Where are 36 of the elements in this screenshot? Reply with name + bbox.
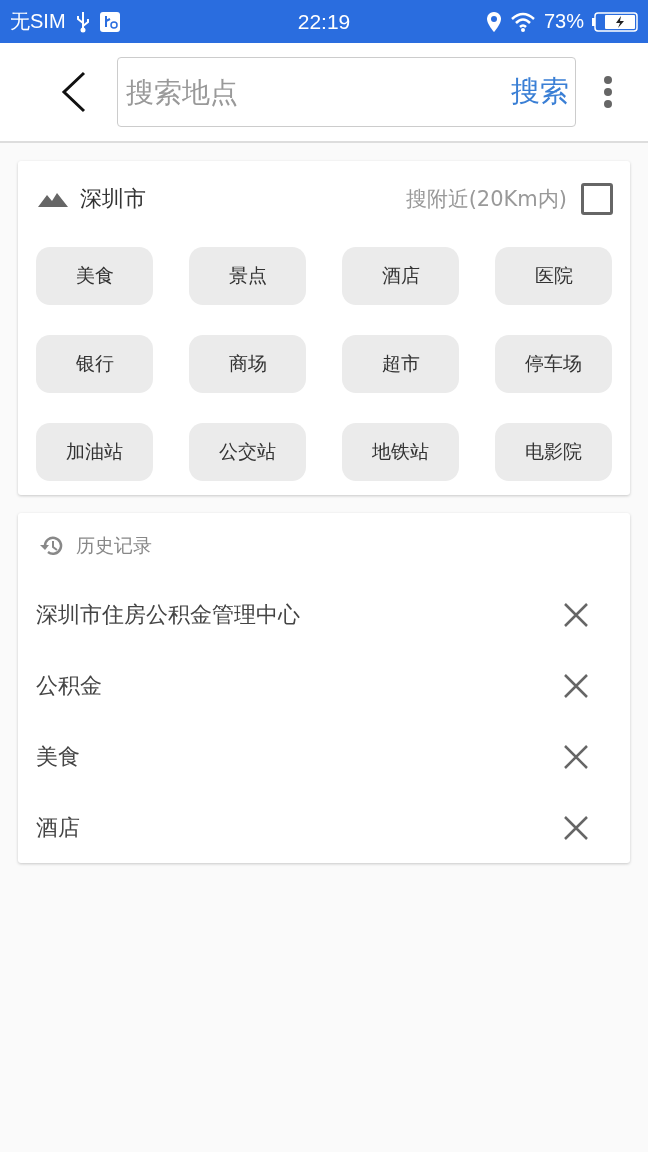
category-chip[interactable]: 超市 [342, 335, 459, 393]
notification-icon [99, 11, 120, 32]
more-icon [603, 76, 613, 108]
category-chip[interactable]: 酒店 [342, 247, 459, 305]
close-icon[interactable] [564, 673, 588, 698]
history-item[interactable]: 酒店 [36, 812, 80, 843]
carrier-text: 无SIM [10, 9, 66, 34]
category-chip[interactable]: 景点 [189, 247, 306, 305]
close-icon[interactable] [564, 744, 588, 769]
category-chip[interactable]: 公交站 [189, 423, 306, 481]
category-chip[interactable]: 停车场 [495, 335, 612, 393]
city-name: 深圳市 [80, 185, 146, 213]
battery-icon [592, 11, 638, 32]
history-item[interactable]: 深圳市住房公积金管理中心 [36, 599, 300, 630]
close-icon[interactable] [564, 815, 588, 840]
category-chip[interactable]: 地铁站 [342, 423, 459, 481]
battery-text: 73% [543, 10, 584, 33]
category-chip[interactable]: 医院 [495, 247, 612, 305]
category-chip[interactable]: 银行 [36, 335, 153, 393]
category-chip[interactable]: 商场 [189, 335, 306, 393]
mountain-icon [38, 191, 68, 207]
category-chip[interactable]: 美食 [36, 247, 153, 305]
location-icon [485, 10, 502, 33]
history-title: 历史记录 [76, 533, 152, 558]
history-item[interactable]: 公积金 [36, 670, 102, 701]
search-button[interactable]: 搜索 [511, 72, 569, 112]
nearby-label: 搜附近(20Km内) [405, 186, 567, 213]
category-chip[interactable]: 加油站 [36, 423, 153, 481]
nearby-checkbox[interactable] [581, 183, 613, 215]
search-field[interactable]: 搜索地点 搜索 [117, 57, 576, 127]
close-icon[interactable] [564, 602, 588, 627]
usb-icon [75, 10, 90, 33]
clock-text: 22:19 [297, 9, 351, 34]
category-chip[interactable]: 电影院 [495, 423, 612, 481]
wifi-icon [509, 11, 536, 32]
history-item[interactable]: 美食 [36, 741, 80, 772]
